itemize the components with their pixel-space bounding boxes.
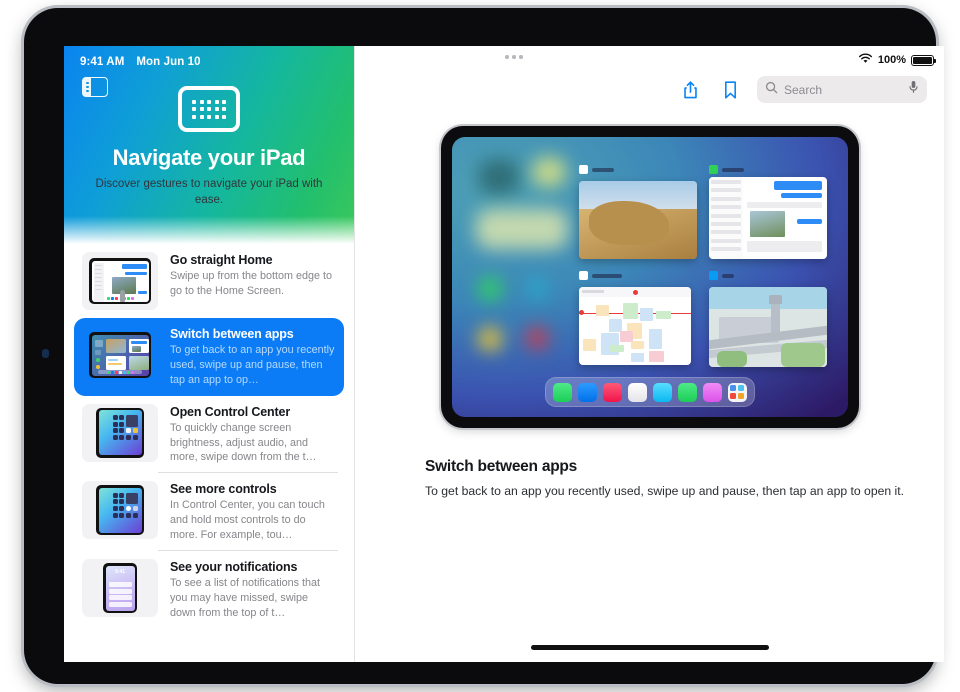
- content-pane: 100% Search Switch between apps To get b…: [355, 46, 944, 662]
- list-item-title: See more controls: [170, 482, 277, 497]
- content-toolbar: Search: [355, 74, 944, 103]
- sidebar-toggle-icon[interactable]: [82, 77, 108, 97]
- app-switcher-thumbnail: [82, 326, 158, 384]
- battery-percent: 100%: [877, 54, 906, 66]
- list-item-see-more-controls[interactable]: See more controls In Control Center, you…: [74, 473, 344, 552]
- dock-app-3[interactable]: [602, 382, 622, 402]
- sidebar-hero: 9:41 AM Mon Jun 10 Navigate your iPad Di…: [64, 46, 354, 244]
- hero-fade: [64, 216, 354, 244]
- home-indicator[interactable]: [530, 645, 769, 650]
- list-item-see-your-notifications[interactable]: 9:41 See your notifications To see a lis…: [74, 551, 344, 629]
- mail-app-card[interactable]: [708, 177, 827, 259]
- maps-card-header: [708, 271, 734, 280]
- status-time: 9:41 AM: [80, 56, 125, 68]
- ipad-app-switcher-illustration: [440, 126, 859, 428]
- status-bar-right: 100%: [355, 46, 944, 74]
- dock-app-5[interactable]: [652, 382, 672, 402]
- home-screen-gesture-thumbnail: [82, 252, 158, 310]
- maps-app-card[interactable]: [708, 287, 827, 367]
- microphone-icon[interactable]: [908, 80, 919, 99]
- bezel-camera-dot: [42, 349, 49, 358]
- dock-app-1[interactable]: [552, 382, 572, 402]
- search-input[interactable]: Search: [757, 76, 927, 103]
- list-item-description: To see a list of notifications that you …: [170, 577, 321, 619]
- page-body-text: To get back to an app you recently used,…: [425, 484, 905, 498]
- multitasking-dots-icon[interactable]: [505, 55, 523, 59]
- hero-title: Navigate your iPad: [112, 145, 306, 170]
- list-item-description: To get back to an app you recently used,…: [170, 344, 335, 386]
- search-placeholder: Search: [784, 82, 823, 97]
- dock: [544, 377, 755, 407]
- gesture-list: Go straight Home Swipe up from the botto…: [64, 244, 354, 629]
- control-center-more-thumbnail: [82, 481, 158, 540]
- list-item-description: In Control Center, you can touch and hol…: [170, 499, 325, 542]
- photos-card-header: [578, 165, 614, 174]
- list-item-title: Switch between apps: [170, 327, 294, 341]
- dock-app-4[interactable]: [627, 382, 647, 402]
- share-icon[interactable]: [677, 77, 703, 103]
- list-item-title: Open Control Center: [170, 404, 291, 419]
- list-item-switch-between-apps[interactable]: Switch between apps To get back to an ap…: [74, 318, 344, 396]
- hero-subtitle: Discover gestures to navigate your iPad …: [95, 178, 323, 206]
- notifications-thumbnail: 9:41: [82, 559, 158, 618]
- dock-app-6[interactable]: [677, 382, 697, 402]
- mail-card-header: [708, 165, 744, 174]
- ipad-grid-icon: [178, 86, 240, 132]
- calendar-card-header: [578, 271, 622, 280]
- list-item-open-control-center[interactable]: Open Control Center To quickly change sc…: [74, 396, 344, 474]
- status-bar-left: 9:41 AM Mon Jun 10: [64, 48, 354, 68]
- notification-time: 9:41: [114, 568, 125, 575]
- battery-icon: [911, 54, 937, 66]
- ipad-device-frame: 9:41 AM Mon Jun 10 Navigate your iPad Di…: [24, 8, 944, 684]
- photos-app-card[interactable]: [578, 181, 697, 259]
- list-item-title: Go straight Home: [170, 253, 273, 267]
- list-item-go-straight-home[interactable]: Go straight Home Swipe up from the botto…: [74, 244, 344, 318]
- bookmark-icon[interactable]: [717, 77, 743, 103]
- calendar-app-card[interactable]: [578, 287, 691, 365]
- page-title: Switch between apps: [425, 458, 578, 475]
- sidebar: 9:41 AM Mon Jun 10 Navigate your iPad Di…: [64, 46, 354, 662]
- list-item-title: See your notifications: [170, 560, 298, 575]
- search-icon: [765, 81, 778, 99]
- app-library-icon[interactable]: [727, 382, 747, 402]
- ipad-screen: 9:41 AM Mon Jun 10 Navigate your iPad Di…: [64, 46, 944, 662]
- dock-app-7[interactable]: [702, 382, 722, 402]
- list-item-description: Swipe up from the bottom edge to go to t…: [170, 270, 333, 297]
- dock-app-2[interactable]: [577, 382, 597, 402]
- list-item-description: To quickly change screen brightness, adj…: [170, 421, 317, 464]
- wifi-icon: [858, 53, 873, 67]
- status-date: Mon Jun 10: [136, 56, 201, 68]
- control-center-thumbnail: [82, 403, 158, 462]
